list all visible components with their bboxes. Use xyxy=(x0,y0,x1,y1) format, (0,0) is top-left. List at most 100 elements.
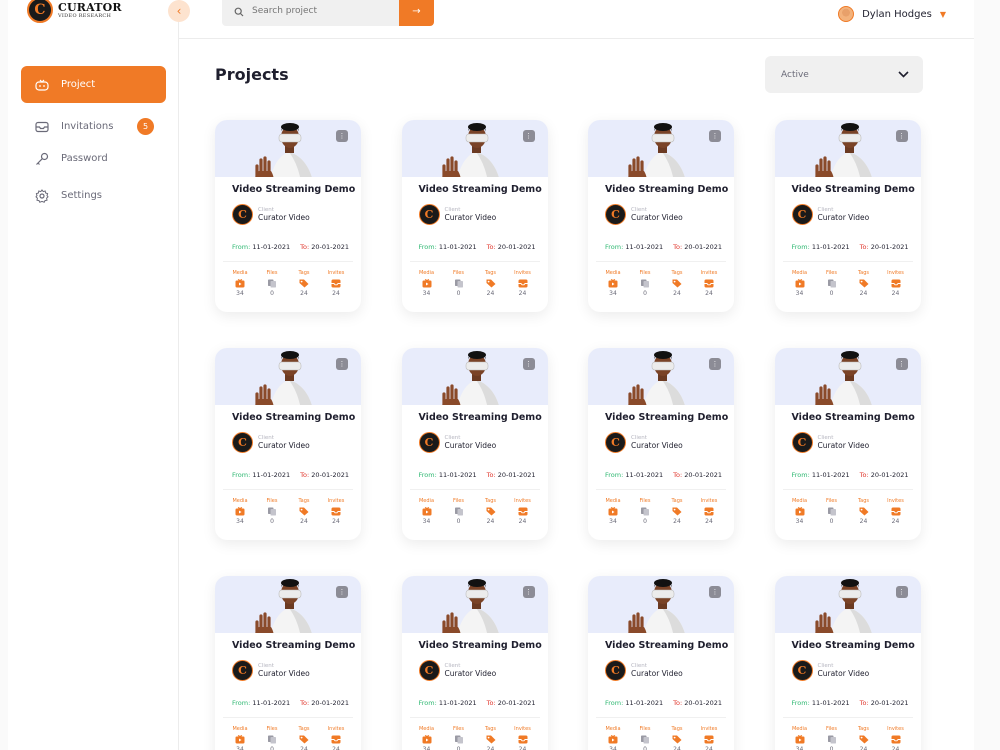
stat-invites[interactable]: Invites 24 xyxy=(697,270,721,297)
stat-files[interactable]: Files 0 xyxy=(447,498,471,525)
stat-files[interactable]: Files 0 xyxy=(447,270,471,297)
media-icon xyxy=(235,279,245,288)
stat-files[interactable]: Files 0 xyxy=(633,726,657,750)
project-card[interactable]: ⋮ Video Streaming Demo C Client Curator … xyxy=(774,120,921,312)
stat-tags[interactable]: Tags 24 xyxy=(852,726,876,750)
stat-media[interactable]: Media 34 xyxy=(601,498,625,525)
stat-files[interactable]: Files 0 xyxy=(820,498,844,525)
sidebar-item-password[interactable]: Password xyxy=(21,140,166,177)
card-menu-button[interactable]: ⋮ xyxy=(709,586,721,598)
stat-media[interactable]: Media 34 xyxy=(788,726,812,750)
stat-media[interactable]: Media 34 xyxy=(415,726,439,750)
stat-tags[interactable]: Tags 24 xyxy=(665,270,689,297)
brand-logo[interactable]: C CURATOR VIDEO RESEARCH xyxy=(27,0,122,23)
stat-invites[interactable]: Invites 24 xyxy=(884,270,908,297)
stat-value: 34 xyxy=(795,290,804,297)
stat-files[interactable]: Files 0 xyxy=(260,498,284,525)
stat-invites[interactable]: Invites 24 xyxy=(884,726,908,750)
stat-invites[interactable]: Invites 24 xyxy=(324,726,348,750)
stat-invites[interactable]: Invites 24 xyxy=(511,726,535,750)
stat-files[interactable]: Files 0 xyxy=(633,270,657,297)
stat-invites[interactable]: Invites 24 xyxy=(324,270,348,297)
stat-tags[interactable]: Tags 24 xyxy=(292,270,316,297)
brand-name: CURATOR xyxy=(58,0,122,14)
stat-value: 0 xyxy=(643,518,647,525)
stat-tags[interactable]: Tags 24 xyxy=(292,726,316,750)
from-date: 11-01-2021 xyxy=(625,471,664,479)
sidebar-collapse-button[interactable]: ‹ xyxy=(168,0,190,22)
stat-files[interactable]: Files 0 xyxy=(820,270,844,297)
stat-label: Tags xyxy=(298,270,310,276)
stat-files[interactable]: Files 0 xyxy=(260,726,284,750)
project-card[interactable]: ⋮ Video Streaming Demo C Client Curator … xyxy=(215,120,361,312)
sidebar-item-settings[interactable]: Settings xyxy=(21,177,166,214)
card-menu-button[interactable]: ⋮ xyxy=(522,130,535,142)
stat-tags[interactable]: Tags 24 xyxy=(852,498,876,525)
project-card[interactable]: ⋮ Video Streaming Demo C Client Curator … xyxy=(215,348,361,540)
search-submit-button[interactable]: → xyxy=(399,0,434,26)
card-menu-button[interactable]: ⋮ xyxy=(895,586,908,598)
card-menu-button[interactable]: ⋮ xyxy=(336,130,348,142)
from-label: From: xyxy=(232,243,251,251)
stat-tags[interactable]: Tags 24 xyxy=(479,498,503,525)
search-input[interactable] xyxy=(252,6,382,16)
sidebar-item-label: Invitations xyxy=(61,121,114,132)
project-card[interactable]: ⋮ Video Streaming Demo C Client Curator … xyxy=(401,120,548,312)
brand-tagline: VIDEO RESEARCH xyxy=(58,12,112,19)
stat-value: 24 xyxy=(673,746,681,750)
stat-media[interactable]: Media 34 xyxy=(228,726,252,750)
stat-value: 24 xyxy=(859,290,868,297)
user-menu[interactable]: Dylan Hodges ▼ xyxy=(838,6,946,22)
project-card[interactable]: ⋮ Video Streaming Demo C Client Curator … xyxy=(401,576,548,750)
card-menu-button[interactable]: ⋮ xyxy=(709,358,721,370)
stat-tags[interactable]: Tags 24 xyxy=(852,270,876,297)
stat-files[interactable]: Files 0 xyxy=(820,726,844,750)
card-menu-button[interactable]: ⋮ xyxy=(336,358,348,370)
stat-files[interactable]: Files 0 xyxy=(633,498,657,525)
stat-media[interactable]: Media 34 xyxy=(415,270,439,297)
project-stats: Media 34 Files 0 Tags 24 Invites 24 xyxy=(415,270,535,297)
project-card[interactable]: ⋮ Video Streaming Demo C Client Curator … xyxy=(588,120,734,312)
status-filter-select[interactable]: Active xyxy=(765,56,923,93)
stat-media[interactable]: Media 34 xyxy=(415,498,439,525)
project-card[interactable]: ⋮ Video Streaming Demo C Client Curator … xyxy=(588,348,734,540)
card-menu-button[interactable]: ⋮ xyxy=(522,358,535,370)
stat-invites[interactable]: Invites 24 xyxy=(511,270,535,297)
project-card[interactable]: ⋮ Video Streaming Demo C Client Curator … xyxy=(774,348,921,540)
card-menu-button[interactable]: ⋮ xyxy=(895,358,908,370)
card-menu-button[interactable]: ⋮ xyxy=(336,586,348,598)
stat-media[interactable]: Media 34 xyxy=(788,270,812,297)
stat-media[interactable]: Media 34 xyxy=(601,270,625,297)
stat-invites[interactable]: Invites 24 xyxy=(697,726,721,750)
stat-media[interactable]: Media 34 xyxy=(788,498,812,525)
stat-invites[interactable]: Invites 24 xyxy=(884,498,908,525)
project-card[interactable]: ⋮ Video Streaming Demo C Client Curator … xyxy=(215,576,361,750)
project-card[interactable]: ⋮ Video Streaming Demo C Client Curator … xyxy=(588,576,734,750)
stat-tags[interactable]: Tags 24 xyxy=(665,726,689,750)
project-card[interactable]: ⋮ Video Streaming Demo C Client Curator … xyxy=(774,576,921,750)
sidebar-item-project[interactable]: Project xyxy=(21,66,166,103)
card-menu-button[interactable]: ⋮ xyxy=(522,586,535,598)
stat-tags[interactable]: Tags 24 xyxy=(479,726,503,750)
media-icon xyxy=(235,507,245,516)
from-label: From: xyxy=(605,699,624,707)
stat-media[interactable]: Media 34 xyxy=(228,498,252,525)
stat-files[interactable]: Files 0 xyxy=(447,726,471,750)
from-date: 11-01-2021 xyxy=(252,243,291,251)
card-menu-button[interactable]: ⋮ xyxy=(895,130,908,142)
to-date: 20-01-2021 xyxy=(311,699,350,707)
stat-tags[interactable]: Tags 24 xyxy=(479,270,503,297)
files-icon xyxy=(640,279,650,288)
stat-tags[interactable]: Tags 24 xyxy=(292,498,316,525)
stat-media[interactable]: Media 34 xyxy=(601,726,625,750)
stat-invites[interactable]: Invites 24 xyxy=(511,498,535,525)
project-card[interactable]: ⋮ Video Streaming Demo C Client Curator … xyxy=(401,348,548,540)
stat-invites[interactable]: Invites 24 xyxy=(697,498,721,525)
stat-tags[interactable]: Tags 24 xyxy=(665,498,689,525)
stat-files[interactable]: Files 0 xyxy=(260,270,284,297)
files-icon xyxy=(454,507,464,516)
stat-invites[interactable]: Invites 24 xyxy=(324,498,348,525)
card-menu-button[interactable]: ⋮ xyxy=(709,130,721,142)
stat-media[interactable]: Media 34 xyxy=(228,270,252,297)
stat-value: 0 xyxy=(829,290,834,297)
